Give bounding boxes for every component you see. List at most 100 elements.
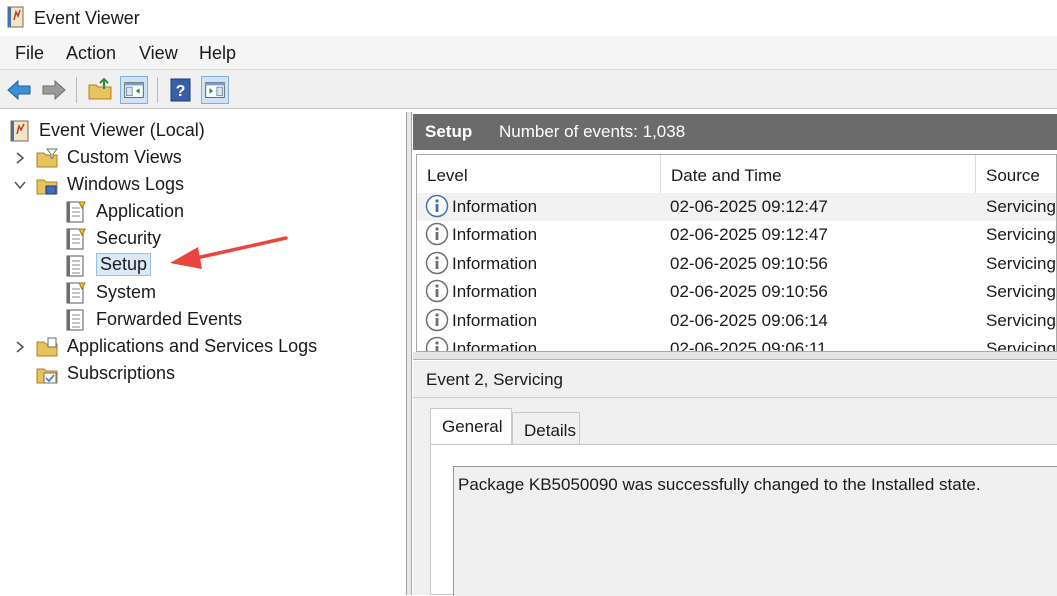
tree-item-label: Applications and Services Logs <box>67 336 318 356</box>
table-row[interactable]: Information 02-06-2025 09:10:56 Servicin… <box>417 250 1056 278</box>
event-viewer-app-icon <box>7 6 24 28</box>
show-hide-action-pane-icon[interactable] <box>201 76 229 104</box>
chevron-right-icon[interactable] <box>12 338 28 356</box>
log-warning-icon <box>66 228 86 250</box>
log-icon <box>66 309 84 331</box>
help-icon[interactable]: ? <box>167 76 195 104</box>
column-header-date-time[interactable]: Date and Time <box>661 155 976 193</box>
window-title: Event Viewer <box>34 8 140 28</box>
tab-label: Details <box>524 421 576 440</box>
tree-item-system[interactable]: System <box>64 280 364 306</box>
folder-filter-icon <box>36 148 59 168</box>
event-level: Information <box>452 311 538 330</box>
event-count: Number of events: 1,038 <box>499 122 686 141</box>
event-detail-title: Event 2, Servicing <box>426 370 564 389</box>
log-warning-icon <box>66 282 86 304</box>
table-row[interactable]: Information 02-06-2025 09:12:47 Servicin… <box>417 221 1056 249</box>
event-source: Servicing <box>986 254 1056 273</box>
tab-label: General <box>442 417 503 436</box>
log-title: Setup <box>425 122 473 141</box>
column-header-source[interactable]: Source <box>976 155 1056 193</box>
event-detail-pane: Event 2, Servicing General Details Packa… <box>413 361 1057 596</box>
event-level: Information <box>452 225 538 244</box>
event-date: 02-06-2025 09:06:11 <box>670 339 827 352</box>
open-folder-up-icon[interactable] <box>86 76 114 104</box>
table-row[interactable]: Information 02-06-2025 09:10:56 Servicin… <box>417 278 1056 306</box>
tree-item-label: Setup <box>96 253 152 276</box>
chevron-down-icon[interactable] <box>12 176 28 194</box>
annotation-arrow-icon <box>170 236 288 269</box>
toolbar-separator <box>157 77 158 103</box>
forward-arrow-icon[interactable] <box>40 76 68 104</box>
event-source: Servicing <box>986 311 1056 330</box>
information-icon <box>425 308 449 332</box>
event-date: 02-06-2025 09:12:47 <box>670 225 828 244</box>
folder-windows-icon <box>36 179 58 195</box>
table-row[interactable]: Information 02-06-2025 09:12:47 Servicin… <box>417 193 1056 221</box>
pane-splitter[interactable] <box>413 352 1057 360</box>
event-date: 02-06-2025 09:10:56 <box>670 254 828 273</box>
menu-file[interactable]: File <box>15 43 44 64</box>
tree-item-event-viewer-local[interactable]: Event Viewer (Local) <box>8 118 308 144</box>
menu-help[interactable]: Help <box>199 43 236 64</box>
back-arrow-icon[interactable] <box>5 76 33 104</box>
chevron-right-icon[interactable] <box>12 149 28 167</box>
log-warning-icon <box>66 201 86 223</box>
toolbar-separator <box>76 77 77 103</box>
event-source: Servicing <box>986 197 1056 216</box>
event-message-box[interactable]: Package KB5050090 was successfully chang… <box>453 466 1057 596</box>
information-icon <box>425 222 449 246</box>
title-bar: Event Viewer <box>0 0 1057 36</box>
tree-item-application[interactable]: Application <box>64 199 364 225</box>
log-header: Setup Number of events: 1,038 <box>413 114 1057 150</box>
console-tree: Event Viewer (Local) Custom Views Window… <box>0 112 407 595</box>
tree-item-windows-logs[interactable]: Windows Logs <box>12 172 312 198</box>
event-list: Level Date and Time Source Information 0… <box>416 154 1057 352</box>
divider <box>413 397 1057 398</box>
tree-item-label: Security <box>96 228 162 248</box>
tree-item-label: Windows Logs <box>67 174 185 194</box>
column-header-label: Date and Time <box>671 166 782 185</box>
information-icon <box>425 251 449 275</box>
tree-item-label: Event Viewer (Local) <box>39 120 205 140</box>
tree-item-subscriptions[interactable]: Subscriptions <box>35 361 335 387</box>
tree-item-forwarded-events[interactable]: Forwarded Events <box>64 307 364 333</box>
tree-item-label: Subscriptions <box>67 363 176 383</box>
tree-item-custom-views[interactable]: Custom Views <box>12 145 312 171</box>
table-row[interactable]: Information 02-06-2025 09:06:14 Servicin… <box>417 307 1056 335</box>
event-level: Information <box>452 254 538 273</box>
subscriptions-icon <box>36 368 58 384</box>
event-viewer-icon <box>10 120 29 142</box>
tab-general[interactable]: General <box>430 408 512 445</box>
pane-splitter[interactable] <box>407 112 412 595</box>
information-icon <box>425 279 449 303</box>
tree-item-label: Custom Views <box>67 147 182 167</box>
svg-text:?: ? <box>176 83 186 100</box>
log-icon <box>66 255 84 277</box>
information-icon <box>425 194 449 218</box>
event-source: Servicing <box>986 225 1056 244</box>
tab-panel-general: Package KB5050090 was successfully chang… <box>430 444 1057 596</box>
event-date: 02-06-2025 09:06:14 <box>670 311 828 330</box>
event-level: Information <box>452 339 538 352</box>
event-source: Servicing <box>986 282 1056 301</box>
menu-view[interactable]: View <box>139 43 178 64</box>
show-hide-console-tree-icon[interactable] <box>120 76 148 104</box>
menu-bar: File Action View Help <box>0 36 1057 69</box>
event-message: Package KB5050090 was successfully chang… <box>458 475 981 494</box>
tree-item-apps-services-logs[interactable]: Applications and Services Logs <box>12 334 342 360</box>
column-header-level[interactable]: Level <box>417 155 661 193</box>
column-header-label: Source <box>986 166 1040 185</box>
menu-action[interactable]: Action <box>66 43 116 64</box>
table-row[interactable]: Information 02-06-2025 09:06:11 Servicin… <box>417 335 1056 352</box>
tree-item-label: System <box>96 282 157 302</box>
tree-item-label: Forwarded Events <box>96 309 243 329</box>
event-level: Information <box>452 282 538 301</box>
event-date: 02-06-2025 09:10:56 <box>670 282 828 301</box>
column-header-label: Level <box>427 166 468 185</box>
toolbar: ? <box>0 69 1057 109</box>
tree-item-label: Application <box>96 201 185 221</box>
event-date: 02-06-2025 09:12:47 <box>670 197 828 216</box>
folder-icon <box>36 337 58 357</box>
tab-details[interactable]: Details <box>512 412 580 445</box>
